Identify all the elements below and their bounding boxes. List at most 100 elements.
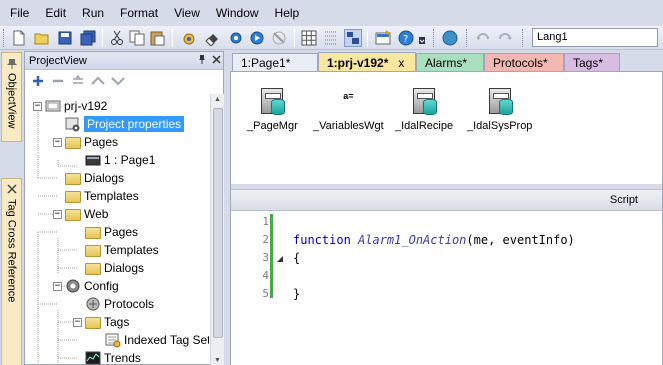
tree-label: Templates [104, 243, 159, 257]
tab-tag-cross-reference[interactable]: Tag Cross Reference [1, 178, 22, 365]
paste-icon[interactable] [148, 29, 166, 47]
tab-label: 1:prj-v192* [327, 56, 389, 70]
widget-idalrecipe[interactable]: _IdalRecipe [395, 88, 453, 132]
tree-node-indexed-tag-set[interactable]: Indexed Tag Set [105, 331, 209, 349]
tree-node-page1[interactable]: 1 : Page1 [85, 151, 155, 169]
toolbar-grip[interactable] [3, 29, 6, 47]
snap-grid-icon[interactable] [322, 29, 340, 47]
project-tree: − prj-v192 Project properties − Pages 1 … [25, 94, 209, 365]
menu-format[interactable]: Format [112, 0, 166, 26]
run-icon[interactable] [180, 29, 198, 47]
tab-prj-v192[interactable]: 1:prj-v192* x [318, 52, 416, 73]
scroll-up-icon[interactable]: ▲ [214, 96, 221, 103]
widget-label: _PageMgr [247, 120, 298, 132]
tree-label: Dialogs [104, 261, 145, 275]
tab-protocols[interactable]: Protocols* [484, 53, 564, 72]
collapse-toggle-icon[interactable]: − [53, 281, 62, 291]
tree-node-project-properties[interactable]: Project properties [65, 115, 185, 133]
widget-pagemgr[interactable]: _PageMgr [247, 88, 298, 132]
tree-label: prj-v192 [64, 99, 108, 113]
menu-view[interactable]: View [166, 0, 208, 26]
open-folder-icon[interactable] [33, 29, 51, 47]
scroll-down-icon[interactable]: ▼ [214, 357, 221, 364]
language-select[interactable]: Lang1 [532, 28, 658, 47]
save-all-icon[interactable] [79, 29, 97, 47]
toolbar-separator [172, 29, 173, 47]
tree-node-config[interactable]: − Config [53, 277, 119, 295]
tree-node-pages[interactable]: − Pages [53, 133, 118, 151]
move-up-icon[interactable] [89, 72, 107, 90]
menu-run[interactable]: Run [74, 0, 112, 26]
menu-file[interactable]: File [0, 0, 37, 26]
tab-objectview[interactable]: ObjectView [1, 52, 22, 142]
gear-icon[interactable] [227, 29, 245, 47]
cut-icon[interactable] [108, 29, 126, 47]
tab-alarms[interactable]: Alarms* [416, 53, 484, 72]
toolbar-overflow-icon[interactable] [417, 29, 427, 47]
fold-marker-icon[interactable] [276, 255, 284, 263]
tree-label: 1 : Page1 [104, 153, 156, 167]
toolbar-grip[interactable] [433, 29, 436, 47]
toolbar-grip[interactable] [466, 29, 469, 47]
folder-icon [85, 224, 101, 240]
tree-label: Indexed Tag Set [124, 333, 209, 347]
tab-label: 1:Page1* [241, 56, 291, 70]
widget-variableswgt[interactable]: a= _VariablesWgt [313, 88, 384, 132]
redo-icon[interactable] [496, 29, 514, 47]
collapse-toggle-icon[interactable]: − [33, 101, 42, 111]
project-view-tools [25, 70, 223, 92]
move-down-icon[interactable] [109, 72, 127, 90]
tab-label: Protocols* [493, 56, 548, 70]
new-file-icon[interactable] [10, 29, 28, 47]
menu-window[interactable]: Window [208, 0, 267, 26]
stop-icon[interactable] [270, 29, 288, 47]
save-icon[interactable] [56, 29, 74, 47]
tree-node-trends[interactable]: Trends [85, 349, 141, 365]
scroll-thumb[interactable] [213, 108, 223, 338]
collapse-toggle-icon[interactable]: − [73, 317, 82, 327]
add-icon[interactable] [29, 72, 47, 90]
menu-edit[interactable]: Edit [37, 0, 74, 26]
tree-node-web-pages[interactable]: Pages [85, 223, 138, 241]
tree-node-protocols[interactable]: Protocols [85, 295, 154, 313]
grid-icon[interactable] [300, 29, 318, 47]
widget-idalsysprop[interactable]: _IdalSysProp [467, 88, 532, 132]
tree-node-web-dialogs[interactable]: Dialogs [85, 259, 144, 277]
tree-scrollbar[interactable]: ▲ ▼ [210, 94, 224, 365]
pin-icon[interactable] [195, 54, 209, 68]
eraser-icon[interactable] [203, 29, 221, 47]
layout-icon[interactable] [344, 29, 362, 47]
script-editor[interactable]: 1 2 3 4 5 function Alarm1_OnAction(me, e… [231, 211, 662, 365]
copy-icon[interactable] [128, 29, 146, 47]
tab-tags[interactable]: Tags* [564, 53, 620, 72]
toolbar-grip[interactable] [522, 29, 525, 47]
collapse-toggle-icon[interactable]: − [53, 209, 62, 219]
database-icon [261, 88, 286, 115]
tree-node-web[interactable]: − Web [53, 205, 108, 223]
undo-icon[interactable] [474, 29, 492, 47]
collapse-toggle-icon[interactable]: − [53, 137, 62, 147]
properties-icon[interactable] [374, 29, 392, 47]
cross-reference-icon [6, 184, 17, 194]
close-icon[interactable] [209, 54, 223, 67]
globe-icon[interactable] [441, 29, 459, 47]
tree-node-tags[interactable]: − Tags [73, 313, 129, 331]
play-icon[interactable] [248, 29, 266, 47]
remove-icon[interactable] [49, 72, 67, 90]
menu-help[interactable]: Help [267, 0, 308, 26]
tree-node-templates[interactable]: Templates [65, 187, 139, 205]
tree-node-project[interactable]: − prj-v192 [33, 97, 107, 115]
tree-label: Config [84, 279, 119, 293]
tab-close-icon[interactable]: x [398, 56, 404, 70]
tree-node-web-templates[interactable]: Templates [85, 241, 159, 259]
document-area: _PageMgr a= _VariablesWgt _IdalRecipe _I… [230, 71, 663, 365]
widget-label: _IdalSysProp [467, 120, 533, 132]
help-icon[interactable]: ? [397, 29, 415, 47]
project-view-title: ProjectView [29, 54, 87, 67]
tree-node-dialogs[interactable]: Dialogs [65, 169, 124, 187]
tab-label: Tags* [573, 56, 604, 70]
tab-page1[interactable]: 1:Page1* [232, 53, 318, 72]
protocol-icon [86, 297, 100, 311]
tag-set-icon [105, 333, 121, 348]
collapse-icon[interactable] [69, 72, 87, 90]
